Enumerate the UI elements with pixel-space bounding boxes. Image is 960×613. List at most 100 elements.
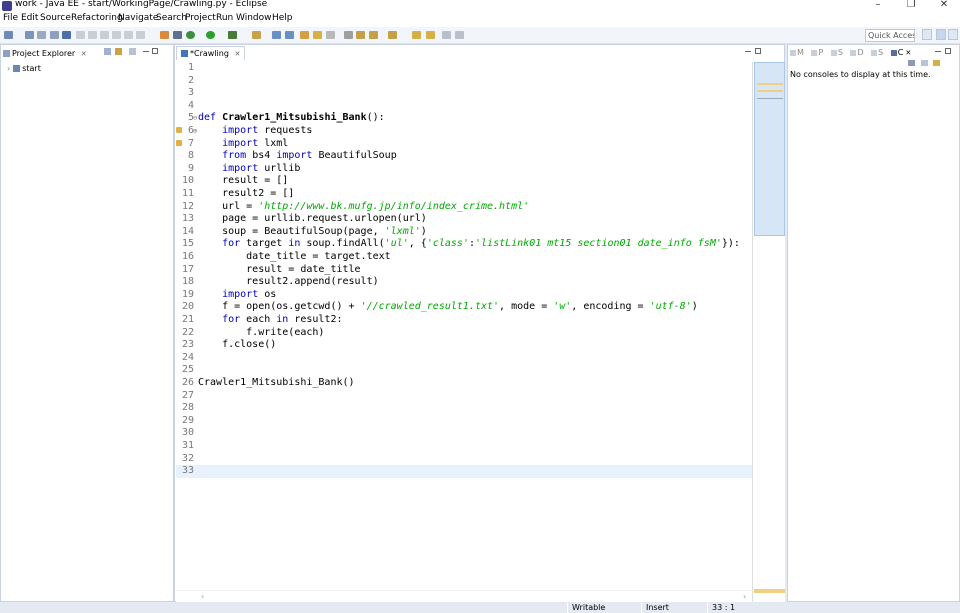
project-explorer-close-icon[interactable]: ✕: [81, 50, 87, 58]
new-web-icon[interactable]: [285, 31, 294, 39]
horizontal-scrollbar[interactable]: ‹ ›: [176, 590, 752, 602]
code-line[interactable]: 17 result = date_title: [176, 264, 752, 277]
minimize-button[interactable]: –: [863, 0, 893, 11]
open-task-icon[interactable]: [313, 31, 322, 39]
code-line[interactable]: 13 page = urllib.request.urlopen(url): [176, 213, 752, 226]
forward-icon[interactable]: [426, 31, 435, 39]
print-icon[interactable]: [50, 31, 59, 39]
code-line[interactable]: 18 result2.append(result): [176, 276, 752, 289]
code-line[interactable]: 11 result2 = []: [176, 188, 752, 201]
new-package-icon[interactable]: [252, 31, 261, 39]
minimize-console-icon[interactable]: [935, 51, 941, 52]
code-line[interactable]: 6 ⊕ import requests: [176, 125, 752, 138]
tree-item-start[interactable]: › start: [7, 64, 41, 73]
debug-icon[interactable]: [186, 31, 195, 39]
annotation-icon[interactable]: [344, 31, 353, 39]
prev-annotation-icon[interactable]: [369, 31, 378, 39]
tab-console[interactable]: C ✕: [890, 48, 912, 57]
menu-refactoring[interactable]: Refactoring: [71, 13, 123, 23]
maximize-editor-icon[interactable]: [755, 48, 761, 54]
code-line[interactable]: 33: [176, 465, 752, 478]
code-line[interactable]: 30: [176, 427, 752, 440]
occurrence-marker[interactable]: [757, 98, 783, 99]
code-line[interactable]: 19 import os: [176, 289, 752, 302]
java-ee-perspective-icon[interactable]: [936, 29, 946, 40]
menu-search[interactable]: Search: [156, 13, 187, 23]
code-line[interactable]: 26 Crawler1_Mitsubishi_Bank(): [176, 377, 752, 390]
code-line[interactable]: 7 import lxml: [176, 138, 752, 151]
code-line[interactable]: 5 ⊖ def Crawler1_Mitsubishi_Bank():: [176, 112, 752, 125]
overview-ruler[interactable]: [752, 62, 785, 602]
code-line[interactable]: 12 url = 'http://www.bk.mufg.jp/info/ind…: [176, 201, 752, 214]
code-line[interactable]: 2: [176, 75, 752, 88]
fold-expand-icon[interactable]: ⊕: [193, 125, 197, 138]
toggle-mark-icon[interactable]: [173, 31, 182, 39]
open-type-icon[interactable]: [300, 31, 309, 39]
view-menu-icon[interactable]: [129, 48, 136, 55]
scroll-left-icon[interactable]: ‹: [201, 592, 204, 601]
scroll-thumb[interactable]: [754, 62, 785, 236]
code-line[interactable]: 15 for target in soup.findAll('ul', {'cl…: [176, 238, 752, 251]
code-line[interactable]: 32: [176, 453, 752, 466]
code-editor[interactable]: 1 2 3 4 5 ⊖ def Crawler1_Mitsubishi_Bank(): 6 ⊕ …: [176, 62, 752, 590]
save-icon[interactable]: [25, 31, 34, 39]
menu-file[interactable]: File: [3, 13, 18, 23]
code-line[interactable]: 8 from bs4 import BeautifulSoup: [176, 150, 752, 163]
menu-window[interactable]: Window: [236, 13, 272, 23]
save-all-icon[interactable]: [37, 31, 46, 39]
fold-collapse-icon[interactable]: ⊖: [193, 112, 197, 125]
tab-snippets[interactable]: S: [871, 48, 883, 57]
external-tools-icon[interactable]: [228, 31, 237, 39]
pin-console-icon[interactable]: [921, 60, 928, 66]
code-line[interactable]: 21 for each in result2:: [176, 314, 752, 327]
editor-tab-crawling[interactable]: *Crawling ✕: [176, 46, 246, 60]
maximize-console-icon[interactable]: [945, 48, 951, 54]
code-line[interactable]: 31: [176, 440, 752, 453]
menu-source[interactable]: Source: [40, 13, 71, 23]
code-line[interactable]: 4: [176, 100, 752, 113]
code-line[interactable]: 16 date_title = target.text: [176, 251, 752, 264]
collapse-all-icon[interactable]: [104, 48, 111, 55]
new-class-icon[interactable]: [272, 31, 281, 39]
tab-properties[interactable]: P: [811, 48, 823, 57]
project-explorer-tab[interactable]: Project Explorer ✕: [3, 49, 87, 58]
back-icon[interactable]: [412, 31, 421, 39]
step-over-icon[interactable]: [136, 31, 145, 39]
code-line[interactable]: 1: [176, 62, 752, 75]
menu-project[interactable]: Project: [185, 13, 216, 23]
code-line[interactable]: 22 f.write(each): [176, 327, 752, 340]
link-with-editor-icon[interactable]: [115, 48, 122, 55]
minimize-view-icon[interactable]: [143, 51, 149, 52]
menu-navigate[interactable]: Navigate: [118, 13, 158, 23]
warning-marker[interactable]: [757, 90, 783, 92]
step-into-icon[interactable]: [124, 31, 133, 39]
code-line[interactable]: 14 soup = BeautifulSoup(page, 'lxml'): [176, 226, 752, 239]
menu-edit[interactable]: Edit: [21, 13, 38, 23]
tab-data-source[interactable]: D: [850, 48, 864, 57]
menu-help[interactable]: Help: [272, 13, 293, 23]
code-line[interactable]: 20 f = open(os.getcwd() + '//crawled_res…: [176, 301, 752, 314]
open-perspective-icon[interactable]: [922, 29, 932, 40]
skip-breakpoints-icon[interactable]: [76, 31, 85, 39]
run-icon[interactable]: [206, 31, 215, 39]
code-line[interactable]: 10 result = []: [176, 175, 752, 188]
new-icon[interactable]: [4, 31, 13, 39]
close-window-button[interactable]: ✕: [929, 0, 959, 11]
server-icon[interactable]: [160, 31, 169, 39]
code-line[interactable]: 24: [176, 352, 752, 365]
resume-icon[interactable]: [88, 31, 97, 39]
restore-button[interactable]: ❐: [896, 0, 926, 11]
next-annotation-icon[interactable]: [356, 31, 365, 39]
code-line[interactable]: 29: [176, 415, 752, 428]
pydev-perspective-icon[interactable]: [948, 29, 958, 40]
editor-tab-close-icon[interactable]: ✕: [234, 50, 240, 58]
suspend-icon[interactable]: [100, 31, 109, 39]
pin-editor-icon[interactable]: [442, 31, 451, 39]
console-close-icon[interactable]: ✕: [905, 49, 911, 57]
quick-access-input[interactable]: Quick Access: [865, 29, 915, 42]
menu-run[interactable]: Run: [216, 13, 233, 23]
code-line[interactable]: 28: [176, 402, 752, 415]
last-edit-icon[interactable]: [388, 31, 397, 39]
overview-warning-box[interactable]: [754, 589, 785, 593]
expand-chevron-icon[interactable]: ›: [7, 64, 10, 73]
